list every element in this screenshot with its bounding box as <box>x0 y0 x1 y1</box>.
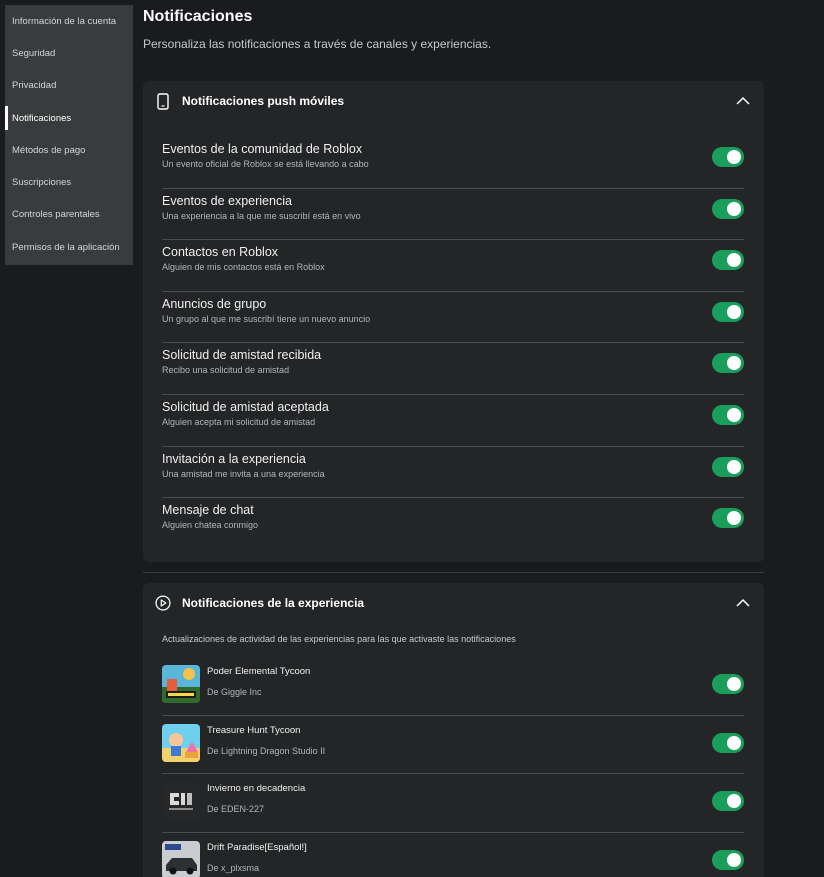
setting-title: Anuncios de grupo <box>162 296 267 311</box>
experience-creator: De EDEN-227 <box>207 804 265 814</box>
toggle-knob <box>727 253 741 268</box>
experience-notifications-card: Notificaciones de la experiencia Actuali… <box>143 583 764 877</box>
toggle-switch[interactable] <box>712 791 744 811</box>
experience-name: Treasure Hunt Tycoon <box>207 724 301 736</box>
list-item: Eventos de la comunidad de Roblox Un eve… <box>162 137 744 189</box>
sidebar-item-label: Métodos de pago <box>12 144 86 156</box>
chevron-up-icon[interactable] <box>736 596 750 610</box>
play-circle-icon <box>155 594 171 612</box>
toggle-knob <box>727 852 741 867</box>
sidebar-item-label: Controles parentales <box>12 209 100 221</box>
sidebar-item-parental-controls[interactable]: Controles parentales <box>5 199 133 231</box>
experience-name: Drift Paradise[Español!] <box>207 841 307 853</box>
section-divider <box>143 572 764 573</box>
sidebar-item-payment-methods[interactable]: Métodos de pago <box>5 134 133 166</box>
list-item: Mensaje de chat Alguien chatea conmigo <box>162 498 744 550</box>
experience-intro-text: Actualizaciones de actividad de las expe… <box>162 634 516 644</box>
list-item: Invitación a la experiencia Una amistad … <box>162 447 744 499</box>
sidebar-item-privacy[interactable]: Privacidad <box>5 70 133 102</box>
list-item: Poder Elemental Tycoon De Giggle Inc <box>162 657 744 716</box>
experience-name: Invierno en decadencia <box>207 783 306 794</box>
toggle-switch[interactable] <box>712 732 744 753</box>
toggle-switch[interactable] <box>712 301 744 322</box>
experience-thumbnail <box>162 723 200 762</box>
push-notifications-header[interactable]: Notificaciones push móviles <box>143 81 764 121</box>
sidebar-item-app-permissions[interactable]: Permisos de la aplicación <box>5 231 133 263</box>
experience-name: Poder Elemental Tycoon <box>207 666 311 677</box>
toggle-knob <box>727 677 741 691</box>
list-item: Invierno en decadencia De EDEN-227 <box>162 774 744 833</box>
list-item: Anuncios de grupo Un grupo al que me sus… <box>162 292 744 344</box>
sidebar-item-label: Información de la cuenta <box>12 15 117 27</box>
setting-description: Alguien chatea conmigo <box>162 520 259 531</box>
setting-description: Un evento oficial de Roblox se está llev… <box>162 159 369 169</box>
setting-description: Alguien acepta mi solicitud de amistad <box>162 416 316 427</box>
list-item: Eventos de experiencia Una experiencia a… <box>162 189 744 241</box>
sidebar-item-label: Suscripciones <box>12 177 72 189</box>
toggle-switch[interactable] <box>712 674 744 694</box>
experience-notifications-header[interactable]: Notificaciones de la experiencia <box>143 583 764 623</box>
experience-list: Poder Elemental Tycoon De Giggle Inc Tre… <box>162 657 744 877</box>
setting-title: Mensaje de chat <box>162 503 254 518</box>
toggle-knob <box>727 201 741 216</box>
setting-title: Solicitud de amistad recibida <box>162 348 322 363</box>
setting-description: Alguien de mis contactos está en Roblox <box>162 262 325 273</box>
chevron-up-icon[interactable] <box>736 94 750 108</box>
setting-description: Recibo una solicitud de amistad <box>162 365 290 376</box>
toggle-knob <box>727 459 741 474</box>
page-subtitle: Personaliza las notificaciones a través … <box>143 37 492 51</box>
experience-creator: De Giggle Inc <box>207 687 262 697</box>
toggle-knob <box>727 150 741 164</box>
sidebar-item-account-info[interactable]: Información de la cuenta <box>5 5 133 37</box>
push-notifications-list: Eventos de la comunidad de Roblox Un eve… <box>162 137 744 550</box>
setting-description: Una amistad me invita a una experiencia <box>162 468 325 479</box>
experience-creator: De Lightning Dragon Studio II <box>207 745 326 756</box>
toggle-switch[interactable] <box>712 508 744 529</box>
list-item: Contactos en Roblox Alguien de mis conta… <box>162 240 744 292</box>
toggle-switch[interactable] <box>712 456 744 477</box>
toggle-switch[interactable] <box>712 250 744 271</box>
setting-description: Un grupo al que me suscribí tiene un nue… <box>162 313 371 324</box>
setting-title: Contactos en Roblox <box>162 245 279 260</box>
experience-thumbnail <box>162 665 200 703</box>
settings-sidebar: Información de la cuenta Seguridad Priva… <box>5 5 133 265</box>
toggle-switch[interactable] <box>712 849 744 870</box>
phone-icon <box>155 92 171 110</box>
push-notifications-card: Notificaciones push móviles Eventos de l… <box>143 81 764 562</box>
list-item: Solicitud de amistad aceptada Alguien ac… <box>162 395 744 447</box>
toggle-knob <box>727 356 741 371</box>
page-title: Notificaciones <box>143 8 253 25</box>
toggle-knob <box>727 794 741 808</box>
experience-notifications-title: Notificaciones de la experiencia <box>182 596 365 610</box>
push-notifications-title: Notificaciones push móviles <box>182 94 345 108</box>
toggle-switch[interactable] <box>712 404 744 425</box>
setting-title: Eventos de experiencia <box>162 193 292 208</box>
toggle-knob <box>727 407 741 422</box>
list-item: Solicitud de amistad recibida Recibo una… <box>162 343 744 395</box>
toggle-knob <box>727 304 741 319</box>
sidebar-item-label: Notificaciones <box>12 112 72 124</box>
setting-description: Una experiencia a la que me suscribí est… <box>162 210 361 221</box>
sidebar-item-notifications[interactable]: Notificaciones <box>5 102 133 134</box>
toggle-knob <box>727 511 741 526</box>
sidebar-item-subscriptions[interactable]: Suscripciones <box>5 166 133 198</box>
setting-title: Invitación a la experiencia <box>162 451 306 466</box>
sidebar-item-label: Privacidad <box>12 80 57 92</box>
toggle-switch[interactable] <box>712 353 744 374</box>
sidebar-item-label: Seguridad <box>12 47 56 59</box>
sidebar-item-label: Permisos de la aplicación <box>12 241 120 253</box>
sidebar-item-security[interactable]: Seguridad <box>5 37 133 69</box>
experience-thumbnail <box>162 840 200 877</box>
list-item: Drift Paradise[Español!] De x_plxsma <box>162 833 744 877</box>
list-item: Treasure Hunt Tycoon De Lightning Dragon… <box>162 716 744 774</box>
setting-title: Solicitud de amistad aceptada <box>162 399 329 414</box>
experience-thumbnail <box>162 782 200 820</box>
toggle-knob <box>727 735 741 750</box>
setting-title: Eventos de la comunidad de Roblox <box>162 142 363 156</box>
toggle-switch[interactable] <box>712 147 744 167</box>
toggle-switch[interactable] <box>712 198 744 219</box>
experience-creator: De x_plxsma <box>207 862 260 873</box>
